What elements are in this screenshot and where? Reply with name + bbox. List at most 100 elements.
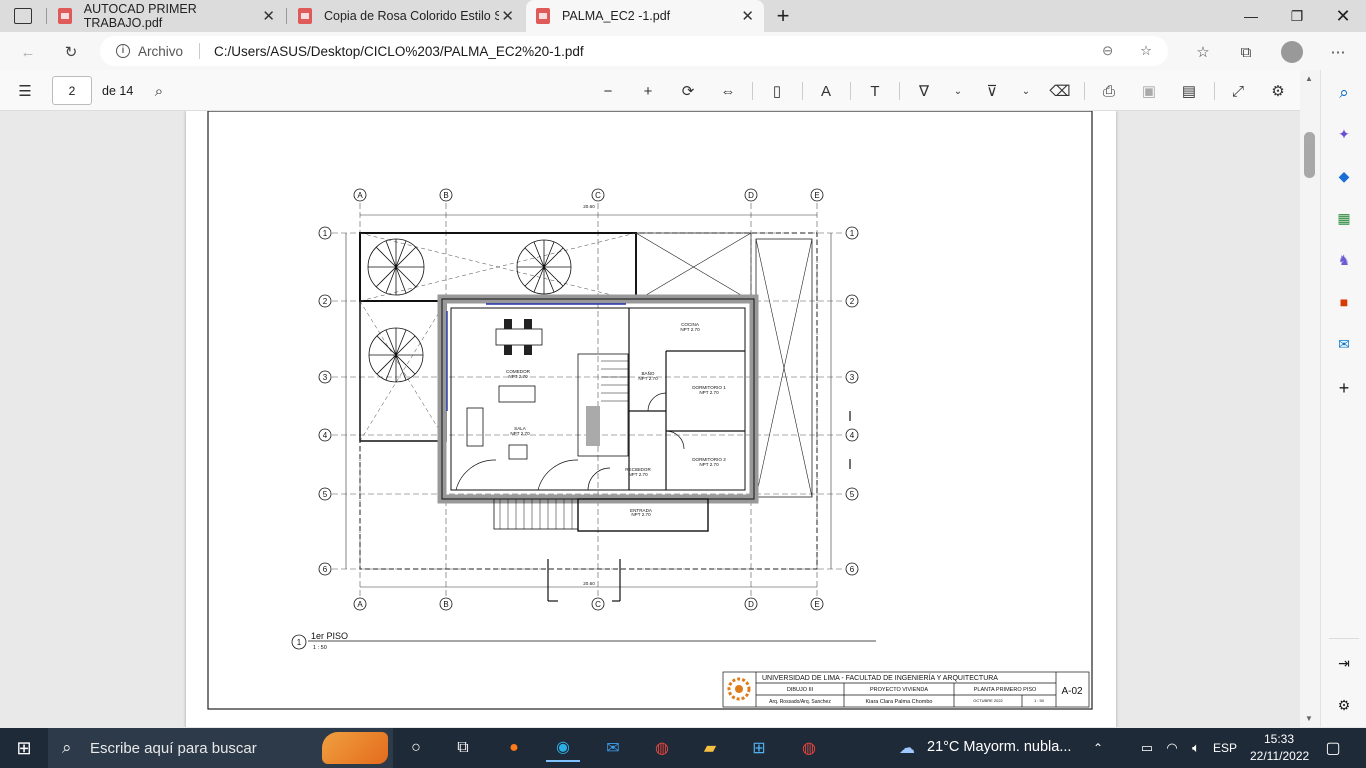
close-icon[interactable]: ✕ — [741, 7, 754, 25]
outlook-icon[interactable]: ✉ — [1333, 333, 1355, 355]
favorites-icon[interactable]: ☆ — [1192, 41, 1214, 63]
shopping-icon[interactable]: ◆ — [1333, 165, 1355, 187]
pdf-file-icon — [58, 8, 72, 24]
pdf-file-icon — [536, 8, 550, 24]
dimension-text: 20.60 — [583, 581, 595, 586]
address-bar: ← ↻ i Archivo C:/Users/ASUS/Desktop/CICL… — [0, 32, 1366, 70]
dimension-text: 20.60 — [583, 204, 595, 209]
url-text[interactable]: C:/Users/ASUS/Desktop/CICLO%203/PALMA_EC… — [214, 44, 584, 59]
eraser-icon[interactable]: ⌫ — [1049, 80, 1071, 102]
volume-icon[interactable]: 🔈︎ — [1179, 734, 1213, 762]
close-window-button[interactable]: ✕ — [1320, 0, 1366, 32]
cortana-icon[interactable]: ○ — [399, 734, 433, 762]
tab-actions-icon[interactable] — [14, 8, 32, 24]
chevron-up-icon[interactable]: ⌃ — [1081, 734, 1115, 762]
save-icon[interactable]: ▣ — [1138, 80, 1160, 102]
tab-title: PALMA_EC2 -1.pdf — [562, 9, 671, 23]
title-project: PROYECTO VIVIENDA — [870, 687, 928, 693]
svg-text:D: D — [748, 600, 754, 609]
tab-palma-active[interactable]: PALMA_EC2 -1.pdf ✕ — [526, 0, 764, 32]
taskbar-search[interactable]: ⌕ Escribe aquí para buscar — [48, 728, 393, 768]
chrome-profile-icon[interactable]: ◍ — [792, 734, 826, 762]
more-menu-icon[interactable]: ⋯ — [1327, 41, 1349, 63]
weather-text[interactable]: 21°C Mayorm. nubla... — [927, 739, 1071, 755]
fit-page-icon[interactable]: ⇔ — [717, 80, 739, 102]
contents-icon[interactable]: ☰ — [14, 80, 36, 102]
print-icon[interactable]: ⎙ — [1098, 80, 1120, 102]
svg-text:4: 4 — [850, 431, 855, 440]
chevron-down-icon[interactable]: ⌄ — [947, 80, 969, 102]
title-sheet-name: PLANTA PRIMERO PISO — [974, 687, 1037, 693]
fullscreen-icon[interactable]: ⤢ — [1227, 80, 1249, 102]
tab-copia[interactable]: Copia de Rosa Colorido Estilo Se ✕ — [288, 0, 524, 32]
copilot-icon[interactable]: ✦ — [1333, 123, 1355, 145]
windows-start-icon[interactable]: ⊞ — [7, 734, 41, 762]
title-date: OCTUBRE 2022 — [973, 698, 1003, 703]
caption-title: 1er PISO — [311, 631, 348, 641]
profile-avatar[interactable] — [1281, 41, 1303, 63]
task-view-icon[interactable]: ⧉ — [446, 734, 480, 762]
refresh-icon[interactable]: ↻ — [60, 41, 82, 63]
store-icon[interactable]: ⊞ — [742, 734, 776, 762]
zoom-in-icon[interactable]: + — [637, 80, 659, 102]
tools-icon[interactable]: ▦ — [1333, 207, 1355, 229]
firefox-icon[interactable]: ● — [497, 734, 531, 762]
svg-text:B: B — [443, 191, 448, 200]
search-icon[interactable]: ⌕ — [148, 80, 170, 102]
minimize-button[interactable]: — — [1228, 0, 1274, 32]
taskbar: ⊞ ⌕ Escribe aquí para buscar ○ ⧉ ● ◉ ✉ ◍… — [0, 728, 1366, 768]
caption-scale: 1 : 50 — [313, 645, 327, 651]
notifications-icon[interactable]: ▢ — [1316, 734, 1350, 762]
tab-autocad[interactable]: AUTOCAD PRIMER TRABAJO.pdf ✕ — [48, 0, 285, 32]
room-level: NPT 2.70 — [699, 462, 719, 467]
svg-text:3: 3 — [850, 373, 855, 382]
scrollbar-thumb[interactable] — [1304, 132, 1315, 178]
settings-gear-icon[interactable]: ⚙ — [1333, 694, 1355, 716]
games-icon[interactable]: ♞ — [1333, 249, 1355, 271]
mail-icon[interactable]: ✉ — [596, 734, 630, 762]
svg-text:D: D — [748, 191, 754, 200]
info-icon[interactable]: i — [116, 44, 130, 58]
page-number-input[interactable]: 2 — [52, 76, 92, 105]
collections-icon[interactable]: ⧉ — [1235, 41, 1257, 63]
read-aloud-icon[interactable]: A — [815, 80, 837, 102]
zoom-out-icon[interactable]: − — [597, 80, 619, 102]
svg-text:4: 4 — [323, 431, 328, 440]
svg-text:5: 5 — [323, 490, 328, 499]
office-icon[interactable]: ■ — [1333, 291, 1355, 313]
sidebar-toggle-icon[interactable]: ⇥ — [1333, 652, 1355, 674]
favorite-add-icon[interactable]: ☆ — [1140, 43, 1152, 59]
chrome-icon[interactable]: ◍ — [645, 734, 679, 762]
weather-icon[interactable]: ☁ — [890, 734, 924, 762]
svg-text:B: B — [443, 600, 448, 609]
site-label: Archivo — [138, 43, 184, 59]
file-explorer-icon[interactable]: ▰ — [693, 734, 727, 762]
search-icon[interactable]: ⌕ — [1333, 82, 1355, 104]
close-icon[interactable]: ✕ — [262, 7, 275, 25]
clock-time[interactable]: 15:33 — [1264, 732, 1294, 746]
pdf-page: COMEDOR NPT 2.70 SALA NPT 2.70 COCINA NP… — [186, 111, 1116, 727]
back-icon[interactable]: ← — [17, 41, 39, 63]
add-icon[interactable]: + — [1333, 377, 1355, 399]
chevron-down-icon[interactable]: ⌄ — [1015, 80, 1037, 102]
page-view-icon[interactable]: ▯ — [766, 80, 788, 102]
svg-text:6: 6 — [850, 565, 855, 574]
pdf-viewer[interactable]: COMEDOR NPT 2.70 SALA NPT 2.70 COCINA NP… — [0, 111, 1300, 727]
highlight-icon[interactable]: ⊽ — [981, 80, 1003, 102]
save-as-icon[interactable]: ▤ — [1178, 80, 1200, 102]
restore-button[interactable]: ❐ — [1274, 0, 1320, 32]
clock-date[interactable]: 22/11/2022 — [1250, 749, 1309, 763]
close-icon[interactable]: ✕ — [501, 7, 514, 25]
new-tab-button[interactable]: + — [760, 0, 806, 32]
draw-icon[interactable]: ∇ — [913, 80, 935, 102]
edge-icon[interactable]: ◉ — [546, 734, 580, 762]
zoom-icon[interactable]: ⊖ — [1102, 43, 1113, 59]
title-sheet-code: A-02 — [1061, 686, 1083, 697]
scrollbar[interactable]: ▲ ▼ — [1300, 70, 1320, 727]
rotate-icon[interactable]: ⟳ — [677, 80, 699, 102]
floor-plan-drawing: COMEDOR NPT 2.70 SALA NPT 2.70 COCINA NP… — [207, 111, 1093, 710]
text-box-icon[interactable]: T — [864, 80, 886, 102]
settings-gear-icon[interactable]: ⚙ — [1267, 80, 1289, 102]
language-indicator[interactable]: ESP — [1213, 741, 1237, 755]
url-field[interactable]: i Archivo C:/Users/ASUS/Desktop/CICLO%20… — [100, 36, 1168, 66]
